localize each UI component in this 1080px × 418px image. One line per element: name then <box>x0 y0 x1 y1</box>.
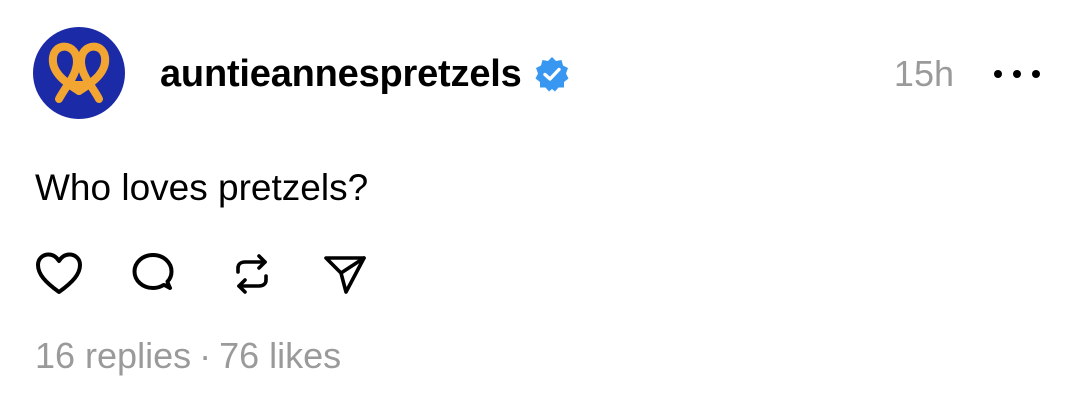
comment-icon <box>132 253 174 290</box>
post-stats: 16 replies · 76 likes <box>35 334 341 378</box>
likes-count[interactable]: 76 likes <box>219 335 341 376</box>
send-icon <box>324 256 366 294</box>
username[interactable]: auntieannespretzels <box>160 52 570 96</box>
post-timestamp: 15h <box>893 53 954 94</box>
heart-icon <box>36 252 82 294</box>
share-button[interactable] <box>319 248 371 300</box>
username-text: auntieannespretzels <box>160 53 522 95</box>
like-button[interactable] <box>33 248 85 300</box>
more-dot <box>994 70 1002 78</box>
stats-separator: · <box>199 335 212 376</box>
verified-badge-icon <box>535 57 569 92</box>
repost-icon <box>236 254 268 294</box>
avatar[interactable] <box>33 27 125 119</box>
post-text: Who loves pretzels? <box>35 167 369 208</box>
more-options-icon[interactable] <box>994 64 1040 84</box>
replies-count[interactable]: 16 replies <box>35 335 191 376</box>
repost-button[interactable] <box>226 248 278 300</box>
more-dot <box>1032 70 1040 78</box>
reply-button[interactable] <box>127 248 179 300</box>
pretzel-logo-icon <box>48 42 110 103</box>
more-dot <box>1013 70 1021 78</box>
